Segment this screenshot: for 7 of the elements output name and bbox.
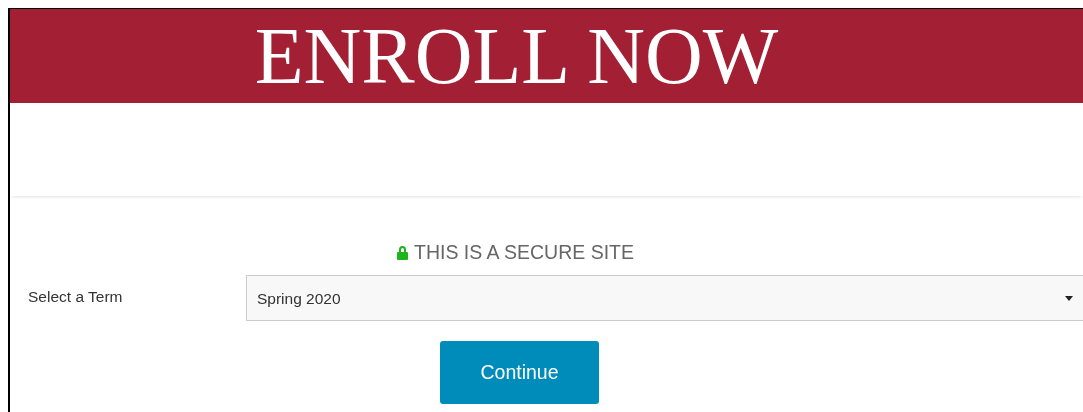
caret-icon [1065, 295, 1073, 301]
term-label: Select a Term [28, 288, 123, 306]
continue-button[interactable]: Continue [440, 341, 599, 405]
secure-notice: THIS IS A SECURE SITE [414, 240, 634, 265]
term-dropdown[interactable]: Spring 2020 [246, 275, 1083, 322]
lock-icon [396, 245, 409, 261]
banner-title: ENROLL NOW [254, 16, 779, 96]
